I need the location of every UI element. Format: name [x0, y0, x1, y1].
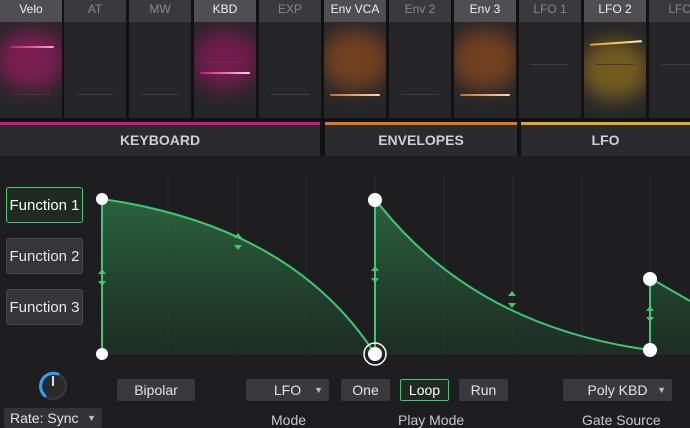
- source-env-2-meter: [389, 22, 451, 118]
- section-header-bar: KEYBOARD ENVELOPES LFO: [0, 118, 690, 156]
- modulation-source-strip: Velo AT MW KBD EXP Env VCA Env 2 Env 3 L…: [0, 0, 690, 118]
- section-keyboard-label: KEYBOARD: [119, 132, 201, 148]
- rate-dropdown[interactable]: Rate: Sync ▼: [4, 408, 102, 428]
- mode-dropdown[interactable]: LFO ▼: [246, 379, 329, 401]
- gate-source-dropdown[interactable]: Poly KBD ▼: [563, 379, 672, 401]
- bipolar-button[interactable]: Bipolar: [117, 379, 195, 401]
- source-at[interactable]: AT: [64, 0, 126, 118]
- mode-value: LFO: [273, 382, 302, 398]
- section-lfo[interactable]: LFO: [521, 122, 690, 156]
- source-kbd-label: KBD: [194, 0, 256, 22]
- source-env-3-meter: [454, 22, 516, 118]
- source-lfo-1[interactable]: LFO 1: [519, 0, 581, 118]
- source-kbd-meter: [194, 22, 256, 118]
- source-mw-label: MW: [129, 0, 191, 22]
- section-envelopes[interactable]: ENVELOPES: [325, 122, 517, 156]
- function-editor: Function 1 Function 2 Function 3 Bipolar…: [0, 156, 690, 428]
- rate-knob-icon[interactable]: [36, 369, 70, 403]
- source-lfo-2[interactable]: LFO 2: [584, 0, 646, 118]
- play-mode-loop-button[interactable]: Loop: [400, 379, 449, 401]
- gate-source-label: Gate Source: [582, 412, 661, 428]
- source-lfo-1-meter: [519, 22, 581, 118]
- source-env-vca[interactable]: Env VCA: [324, 0, 386, 118]
- source-lfo-label: LFO: [649, 0, 690, 22]
- source-env-3-label: Env 3: [454, 0, 516, 22]
- source-lfo-2-label: LFO 2: [584, 0, 646, 22]
- function-2-button[interactable]: Function 2: [6, 238, 83, 274]
- section-keyboard[interactable]: KEYBOARD: [0, 122, 320, 156]
- section-lfo-label: LFO: [591, 132, 620, 148]
- function-3-button[interactable]: Function 3: [6, 289, 83, 325]
- keyboard-accent-line: [0, 122, 320, 125]
- chevron-down-icon: ▼: [87, 413, 96, 423]
- source-lfo-1-label: LFO 1: [519, 0, 581, 22]
- chevron-down-icon: ▼: [314, 385, 323, 395]
- source-velo-meter: [0, 22, 62, 118]
- mode-label: Mode: [271, 412, 307, 428]
- source-env-2[interactable]: Env 2: [389, 0, 451, 118]
- envelopes-accent-line: [325, 122, 517, 125]
- source-exp-meter: [259, 22, 321, 118]
- source-mw-meter: [129, 22, 191, 118]
- source-lfo-meter: [649, 22, 690, 118]
- source-exp-label: EXP: [259, 0, 321, 22]
- play-mode-label: Play Mode: [398, 412, 465, 428]
- play-mode-one-button[interactable]: One: [341, 379, 390, 401]
- gate-source-value: Poly KBD: [587, 382, 648, 398]
- source-env-vca-label: Env VCA: [324, 0, 386, 22]
- source-env-vca-meter: [324, 22, 386, 118]
- source-env-2-label: Env 2: [389, 0, 451, 22]
- function-1-button[interactable]: Function 1: [6, 187, 83, 223]
- source-lfo[interactable]: LFO: [649, 0, 690, 118]
- source-mw[interactable]: MW: [129, 0, 191, 118]
- lfo-accent-line: [521, 122, 690, 125]
- section-envelopes-label: ENVELOPES: [378, 132, 464, 148]
- source-velo-label: Velo: [0, 0, 62, 22]
- rate-value: Rate: Sync: [10, 410, 79, 426]
- source-env-3[interactable]: Env 3: [454, 0, 516, 118]
- source-at-label: AT: [64, 0, 126, 22]
- chevron-down-icon: ▼: [657, 385, 666, 395]
- function-curve-fill: [102, 199, 690, 354]
- play-mode-run-button[interactable]: Run: [459, 379, 508, 401]
- function-graph[interactable]: [92, 156, 690, 371]
- source-velo[interactable]: Velo: [0, 0, 62, 118]
- source-kbd[interactable]: KBD: [194, 0, 256, 118]
- source-exp[interactable]: EXP: [259, 0, 321, 118]
- source-lfo-2-meter: [584, 22, 646, 118]
- source-at-meter: [64, 22, 126, 118]
